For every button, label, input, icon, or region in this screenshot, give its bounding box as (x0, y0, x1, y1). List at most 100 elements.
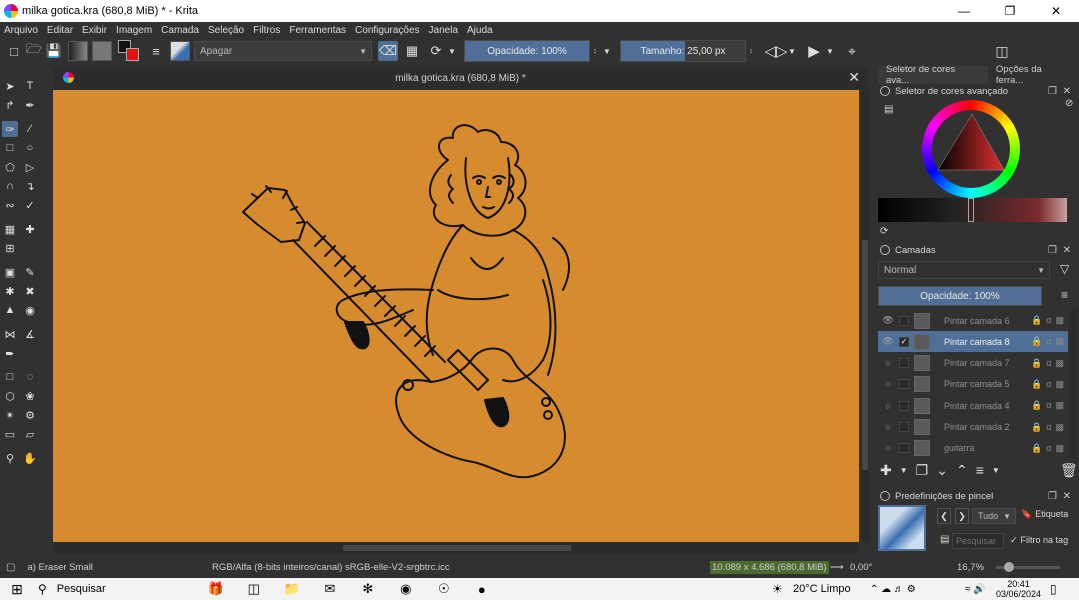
eye-hidden-icon[interactable]: ○ (881, 422, 895, 432)
assistant-tool-icon[interactable]: ⋈ (2, 326, 18, 342)
menu-filtros[interactable]: Filtros (253, 25, 280, 36)
reset-icon[interactable]: ⊘ (1065, 98, 1073, 109)
filter-icon[interactable]: ▽ (1060, 262, 1069, 276)
color-history-strip[interactable] (878, 198, 1067, 222)
freehand-select-icon[interactable]: ❀ (22, 388, 38, 404)
eye-icon[interactable]: 👁 (881, 315, 895, 326)
clock[interactable]: 20:41 03/06/2024 (996, 579, 1041, 599)
menu-arquivo[interactable]: Arquivo (4, 25, 38, 36)
gradient-swatch[interactable] (68, 41, 88, 61)
pattern-swatch[interactable] (92, 41, 112, 61)
copilot-icon[interactable]: ✻ (357, 580, 379, 598)
inherit-alpha-icon[interactable]: ▩ (1055, 422, 1064, 433)
tag-button[interactable]: 🔖 Etiqueta (1021, 509, 1068, 520)
smart-patch-icon[interactable]: ✱ (2, 283, 18, 299)
alpha-lock-icon[interactable]: α (1046, 358, 1051, 369)
eraser-mode-icon[interactable]: ⌫ (378, 41, 398, 61)
polygon-tool-icon[interactable]: ⬠ (2, 159, 18, 175)
calligraphy-icon[interactable]: ✒ (22, 97, 38, 113)
line-tool-icon[interactable]: ∕ (22, 121, 38, 137)
layer-row[interactable]: ○ Pintar camada 7 🔒 α ▩ (878, 353, 1068, 374)
layer-select-checkbox[interactable]: ✓ (899, 336, 909, 347)
lock-icon[interactable]: 🔒 (1031, 379, 1042, 390)
eye-hidden-icon[interactable]: ○ (881, 379, 895, 389)
rectangle-tool-icon[interactable]: □ (2, 140, 18, 156)
file-explorer-icon[interactable]: 📁 (281, 580, 303, 598)
polygon-select-icon[interactable]: ⬡ (2, 388, 18, 404)
layer-select-checkbox[interactable] (899, 400, 909, 411)
magnetic-select-icon[interactable]: ▱ (22, 426, 38, 442)
float-panel-icon[interactable]: ❐ (1048, 86, 1057, 97)
crop-icon[interactable]: ▦ (2, 221, 18, 237)
alpha-lock-icon[interactable]: α (1046, 336, 1051, 347)
select-shapes-icon[interactable]: ➤ (2, 78, 18, 94)
eraser-preset-thumbnail[interactable] (878, 505, 926, 551)
inherit-alpha-icon[interactable]: ▩ (1055, 315, 1064, 326)
alpha-lock-icon[interactable]: α (1046, 443, 1051, 454)
menu-camada[interactable]: Camada (161, 25, 199, 36)
contiguous-select-icon[interactable]: ✴ (2, 407, 18, 423)
inherit-alpha-icon[interactable]: ▩ (1055, 379, 1064, 390)
layer-select-checkbox[interactable] (899, 422, 909, 432)
status-rotation[interactable]: 0,00° (850, 562, 872, 573)
multibrush-icon[interactable]: ✓ (22, 197, 38, 213)
alpha-lock-icon[interactable]: α (1046, 400, 1051, 411)
eye-hidden-icon[interactable]: ○ (881, 401, 895, 411)
pattern-edit-icon[interactable]: ✖ (22, 283, 38, 299)
layer-row[interactable]: 👁 ✓ Pintar camada 8 🔒 α ▩ (878, 331, 1068, 353)
canvas-vertical-scrollbar[interactable] (861, 90, 869, 542)
layer-row[interactable]: ○ Pintar camada 5 🔒 α ▩ (878, 374, 1068, 395)
edit-shapes-icon[interactable]: ↱ (2, 97, 18, 113)
task-view-icon[interactable]: ◫ (243, 580, 265, 598)
edit-brush-settings-icon[interactable]: ≡ (146, 41, 166, 61)
menu-selecao[interactable]: Seleção (208, 25, 244, 36)
wrap-around-icon[interactable]: ⌖ (842, 41, 862, 61)
filter-by-tag-checkbox[interactable]: ✓ Filtro na tag (1010, 535, 1068, 546)
preset-tag-select[interactable]: Tudo ▼ (972, 508, 1016, 524)
previous-icon[interactable]: ❮ (937, 508, 951, 524)
similar-select-icon[interactable]: ⚙ (22, 407, 38, 423)
save-icon[interactable]: 💾 (44, 41, 64, 61)
lock-icon[interactable]: 🔒 (1031, 400, 1042, 411)
layer-row[interactable]: ○ Pintar camada 2 🔒 α ▩ (878, 417, 1068, 438)
chevron-down-icon[interactable]: ▼ (992, 466, 1000, 479)
eye-hidden-icon[interactable]: ○ (881, 358, 895, 368)
zoom-slider[interactable] (996, 562, 1060, 572)
menu-configuracoes[interactable]: Configurações (355, 25, 419, 36)
alpha-lock-icon[interactable]: α (1046, 315, 1051, 326)
drawing-canvas[interactable] (53, 90, 859, 542)
delete-layer-icon[interactable]: 🗑 (1060, 462, 1078, 479)
move-tool-icon[interactable]: ✚ (22, 221, 38, 237)
zoom-tool-icon[interactable]: ⚲ (2, 450, 18, 466)
fill-tool-icon[interactable]: ▲ (2, 302, 18, 318)
taskbar-search[interactable]: Pesquisar (57, 583, 197, 595)
close-icon[interactable]: ✕ (1063, 86, 1071, 97)
saturation-value-triangle[interactable] (930, 108, 1012, 190)
gift-icon[interactable]: 🎁 (205, 580, 227, 598)
lock-icon[interactable]: 🔒 (1031, 336, 1042, 347)
open-folder-icon[interactable]: 🗁 (24, 41, 44, 61)
opacity-spin-icon[interactable]: ↕ (590, 41, 600, 61)
lock-icon[interactable]: 🔒 (1031, 443, 1042, 454)
pan-tool-icon[interactable]: ✋ (22, 450, 38, 466)
color-picker-icon[interactable]: ✎ (22, 264, 38, 280)
opacity-slider[interactable]: Opacidade: 100% (464, 40, 590, 62)
mirror-horizontal-icon[interactable]: ◁▷ (764, 41, 787, 61)
fg-bg-color-selector[interactable] (118, 40, 140, 62)
bezier-select-icon[interactable]: ▭ (2, 426, 18, 442)
inherit-alpha-icon[interactable]: ▩ (1055, 358, 1064, 369)
preserve-alpha-icon[interactable]: ▦ (402, 41, 422, 61)
eye-hidden-icon[interactable]: ○ (881, 443, 895, 453)
close-icon[interactable]: ✕ (1063, 245, 1071, 256)
taskbar-weather[interactable]: 20°C Limpo (793, 583, 851, 595)
brush-preset-combo[interactable]: Apagar ▼ (194, 41, 372, 61)
layer-select-checkbox[interactable] (899, 443, 909, 454)
next-icon[interactable]: ❯ (955, 508, 969, 524)
menu-janela[interactable]: Janela (429, 25, 458, 36)
transform-icon[interactable]: ⊞ (2, 240, 18, 256)
freehand-brush-icon[interactable]: ✑ (2, 121, 18, 137)
chevron-down-icon[interactable]: ▼ (786, 41, 798, 61)
size-slider[interactable]: Tamanho: 25,00 px (620, 40, 746, 62)
layer-row[interactable]: ○ guitarra 🔒 α ▩ (878, 438, 1068, 459)
menu-ferramentas[interactable]: Ferramentas (289, 25, 346, 36)
